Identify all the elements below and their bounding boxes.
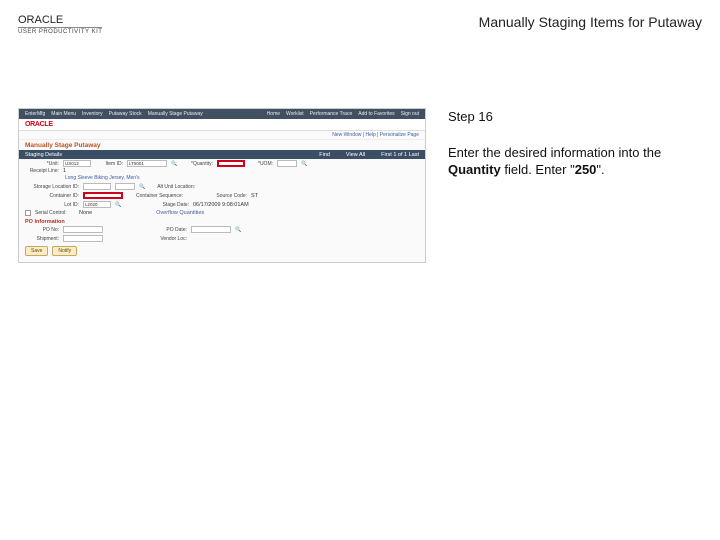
bar-label[interactable]: First 1 of 1 Last <box>381 152 419 158</box>
section-po: PO Information <box>19 217 425 225</box>
instruction-panel: Step 16 Enter the desired information in… <box>426 108 702 263</box>
input-unit[interactable]: US012 <box>63 160 91 167</box>
input-shipment[interactable] <box>63 235 103 242</box>
lookup-icon[interactable] <box>301 161 307 167</box>
save-button[interactable]: Save <box>25 246 48 256</box>
app-screenshot: EnterMfg Main Menu Inventory Putaway Sto… <box>18 108 426 263</box>
notify-button[interactable]: Notify <box>52 246 77 256</box>
input-storloc[interactable] <box>83 183 111 190</box>
ss-topnav: EnterMfg Main Menu Inventory Putaway Sto… <box>19 109 425 119</box>
brand-subtitle: USER PRODUCTIVITY KIT <box>18 27 102 35</box>
lookup-icon[interactable] <box>139 184 145 190</box>
nav-crumb[interactable]: Main Menu <box>51 111 76 117</box>
label-item: Item ID: <box>95 161 123 167</box>
lot-desc: Long Sleeve Biking Jersey, Men's <box>19 175 425 182</box>
page-title: Manually Staging Items for Putaway <box>479 14 702 30</box>
label-stage-date: Stage Date: <box>149 202 189 208</box>
calendar-icon[interactable] <box>235 227 241 233</box>
nav-crumb[interactable]: EnterMfg <box>25 111 45 117</box>
nav-link[interactable]: Performance Trace <box>310 111 353 117</box>
ss-sublinks[interactable]: New Window | Help | Personalize Page <box>19 131 425 140</box>
input-container[interactable] <box>83 192 123 199</box>
link-overflow[interactable]: Overflow Quantities <box>156 210 204 216</box>
input-storloc2[interactable] <box>115 183 135 190</box>
ss-page-heading: Manually Stage Putaway <box>19 140 425 150</box>
input-uom[interactable] <box>277 160 297 167</box>
label-source: Source Code: <box>207 193 247 199</box>
input-item[interactable]: LT5001 <box>127 160 167 167</box>
label-receipt: Receipt Line: <box>25 168 59 174</box>
nav-crumb[interactable]: Inventory <box>82 111 103 117</box>
nav-link[interactable]: Worklist <box>286 111 304 117</box>
ss-section-bar: Staging Details Find View All First 1 of… <box>19 150 425 159</box>
val-source: ST <box>251 193 258 199</box>
nav-link[interactable]: Sign out <box>401 111 419 117</box>
bar-label: Staging Details <box>25 152 62 158</box>
step-label: Step 16 <box>448 108 702 126</box>
label-serial: Serial Control: <box>35 210 75 216</box>
lookup-icon[interactable] <box>115 202 121 208</box>
nav-crumb[interactable]: Putaway Stock <box>109 111 142 117</box>
val-receipt: 1 <box>63 168 66 174</box>
label-podate: PO Date: <box>137 227 187 233</box>
input-podate[interactable] <box>191 226 231 233</box>
bar-label[interactable]: Find <box>319 152 330 158</box>
checkbox-serial[interactable] <box>25 210 31 216</box>
instruction-text: Enter the desired information into the Q… <box>448 144 702 179</box>
brand-word: ORACLE <box>18 14 102 26</box>
label-vendor: Vendor Loc: <box>137 236 187 242</box>
label-contseq: Container Sequence: <box>127 193 183 199</box>
ss-oracle-logo: ORACLE <box>19 119 425 131</box>
val-serial: None <box>79 210 92 216</box>
nav-link[interactable]: Add to Favorites <box>358 111 394 117</box>
label-quantity: *Quantity: <box>181 161 213 167</box>
input-lot[interactable]: L2020 <box>83 201 111 208</box>
lookup-icon[interactable] <box>171 161 177 167</box>
label-unit: *Unit: <box>25 161 59 167</box>
label-container: Container ID: <box>25 193 79 199</box>
label-lot: Lot ID: <box>25 202 79 208</box>
val-stage-date: 06/17/2009 9:08:01AM <box>193 202 249 208</box>
nav-link[interactable]: Home <box>267 111 280 117</box>
oracle-logo: ORACLE USER PRODUCTIVITY KIT <box>18 14 102 35</box>
input-quantity[interactable] <box>217 160 245 167</box>
label-shipment: Shipment: <box>25 236 59 242</box>
bar-label[interactable]: View All <box>346 152 365 158</box>
label-storloc: Storage Location ID: <box>25 184 79 190</box>
nav-crumb[interactable]: Manually Stage Putaway <box>148 111 203 117</box>
input-pono[interactable] <box>63 226 103 233</box>
label-pono: PO No: <box>25 227 59 233</box>
label-uom: *UOM: <box>249 161 273 167</box>
label-altloc: Alt Unit Location: <box>149 184 195 190</box>
